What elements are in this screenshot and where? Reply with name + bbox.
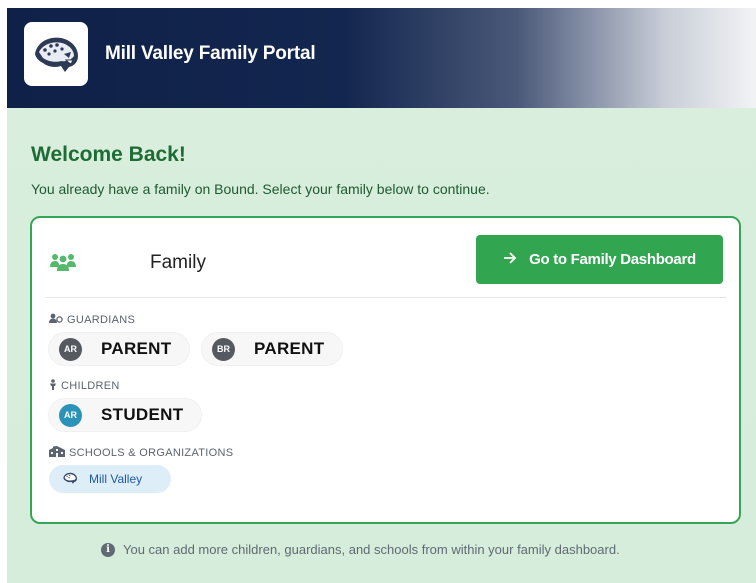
children-label: CHILDREN	[61, 380, 120, 392]
organization-chip[interactable]: Mill Valley	[49, 465, 171, 493]
avatar: BR	[212, 337, 235, 361]
guardian-chip[interactable]: AR PARENT	[49, 333, 190, 365]
jaguar-logo-icon[interactable]	[24, 22, 88, 86]
avatar: AR	[59, 403, 82, 427]
guardian-chip[interactable]: BR PARENT	[202, 333, 343, 365]
avatar: AR	[59, 337, 82, 361]
schools-section-label: SCHOOLS & ORGANIZATIONS	[49, 446, 233, 460]
footer-note-text: You can add more children, guardians, an…	[123, 542, 620, 557]
jaguar-logo-icon	[59, 471, 81, 488]
family-icon	[49, 252, 77, 277]
guardians-icon	[49, 313, 63, 326]
child-icon	[49, 379, 57, 393]
guardians-label: GUARDIANS	[67, 313, 136, 326]
dashboard-button-label: Go to Family Dashboard	[529, 251, 696, 268]
child-name: STUDENT	[101, 405, 184, 424]
arrow-right-icon	[503, 251, 517, 268]
children-section-label: CHILDREN	[49, 379, 120, 393]
family-name: Family	[150, 252, 206, 273]
guardian-name: PARENT	[254, 339, 325, 358]
guardian-name: PARENT	[101, 339, 172, 358]
footer-note: i You can add more children, guardians, …	[101, 542, 620, 557]
family-card[interactable]: Family Go to Family Dashboard GUARDIANS …	[30, 216, 741, 524]
guardians-section-label: GUARDIANS	[49, 313, 135, 326]
child-chip[interactable]: AR STUDENT	[49, 399, 202, 431]
app-title: Mill Valley Family Portal	[105, 43, 316, 64]
page-title: Welcome Back!	[31, 143, 186, 166]
page-subtitle: You already have a family on Bound. Sele…	[31, 181, 490, 197]
organization-name: Mill Valley	[89, 472, 143, 486]
schools-label: SCHOOLS & ORGANIZATIONS	[69, 447, 234, 459]
go-to-family-dashboard-button[interactable]: Go to Family Dashboard	[476, 235, 723, 284]
info-icon: i	[101, 542, 115, 557]
school-building-icon	[49, 446, 65, 460]
main-content: Welcome Back! You already have a family …	[7, 108, 756, 583]
card-divider	[46, 297, 726, 298]
app-header: Mill Valley Family Portal	[7, 8, 756, 108]
